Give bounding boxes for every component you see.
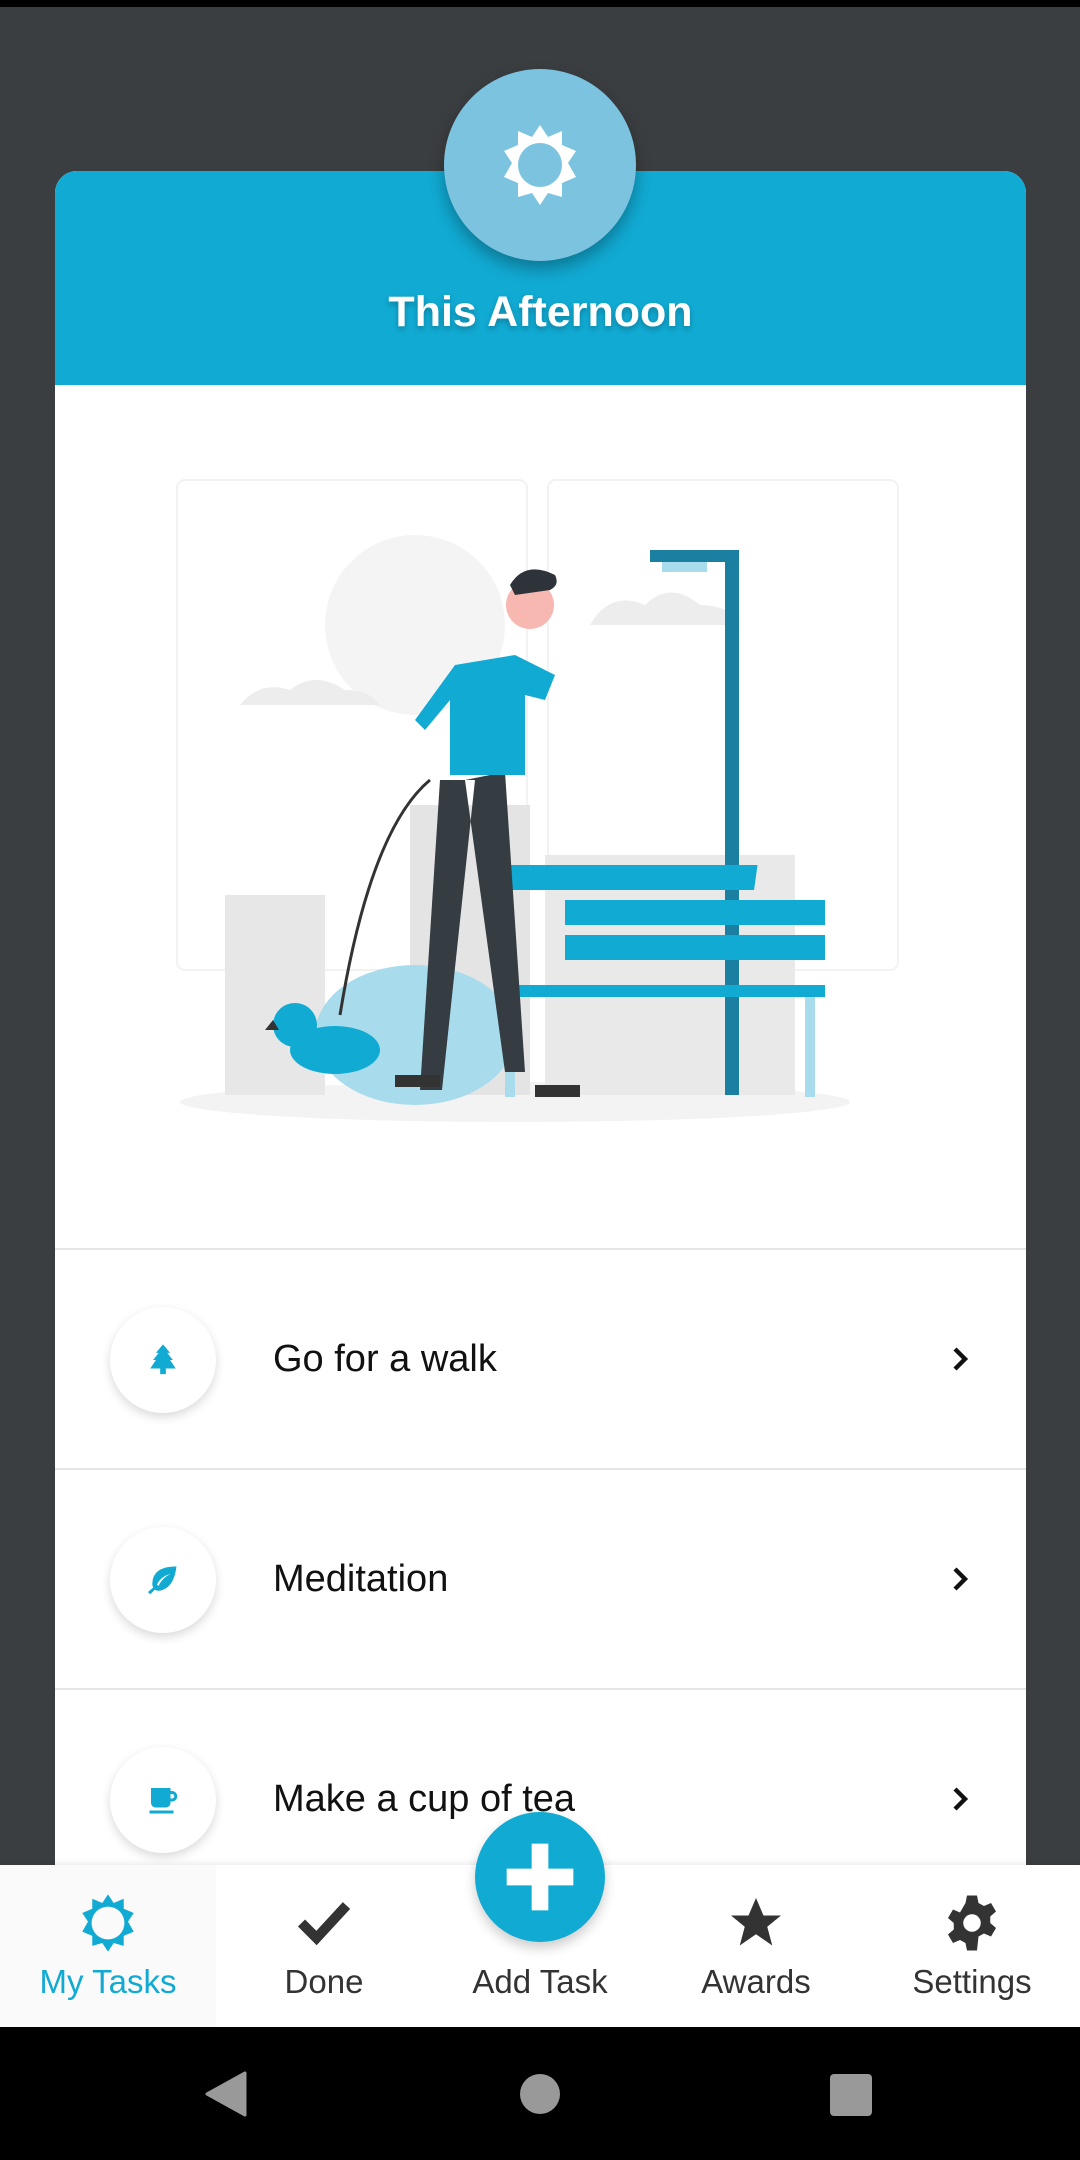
status-bar — [0, 0, 1080, 7]
period-badge — [444, 69, 636, 261]
page-title: This Afternoon — [388, 288, 693, 336]
task-row-meditation[interactable]: Meditation — [55, 1468, 1026, 1688]
walking-illustration — [176, 479, 899, 1122]
nav-settings[interactable]: Settings — [864, 1865, 1080, 2027]
nav-label: Done — [284, 1963, 364, 2000]
check-icon — [297, 1902, 351, 1946]
sun-icon — [82, 1894, 134, 1952]
leaf-icon — [148, 1566, 177, 1595]
back-icon[interactable] — [205, 2071, 247, 2117]
task-label: Meditation — [273, 1557, 449, 1600]
task-icon-badge — [110, 1527, 216, 1633]
task-row-walk[interactable]: Go for a walk — [55, 1248, 1026, 1468]
nav-label: Settings — [912, 1963, 1032, 2000]
home-icon[interactable] — [520, 2074, 560, 2114]
star-icon — [731, 1898, 781, 1946]
task-icon-badge — [110, 1307, 216, 1413]
nav-label: Add Task — [472, 1963, 608, 2000]
nav-my-tasks[interactable]: My Tasks — [0, 1865, 216, 2027]
task-label: Go for a walk — [273, 1337, 497, 1380]
nav-done[interactable]: Done — [216, 1865, 432, 2027]
cup-icon — [149, 1788, 178, 1814]
chevron-right-icon — [953, 1347, 969, 1371]
tree-icon — [150, 1344, 176, 1375]
plus-icon — [506, 1843, 574, 1911]
nav-label: My Tasks — [39, 1963, 177, 2000]
add-task-button[interactable] — [475, 1812, 605, 1942]
recents-icon[interactable] — [830, 2074, 872, 2116]
sun-icon — [504, 125, 576, 205]
chevron-right-icon — [953, 1567, 969, 1591]
nav-awards[interactable]: Awards — [648, 1865, 864, 2027]
chevron-right-icon — [953, 1787, 969, 1811]
task-icon-badge — [110, 1747, 216, 1853]
system-navigation-bar — [0, 2027, 1080, 2160]
nav-label: Awards — [701, 1963, 811, 2000]
gear-icon — [948, 1895, 996, 1951]
